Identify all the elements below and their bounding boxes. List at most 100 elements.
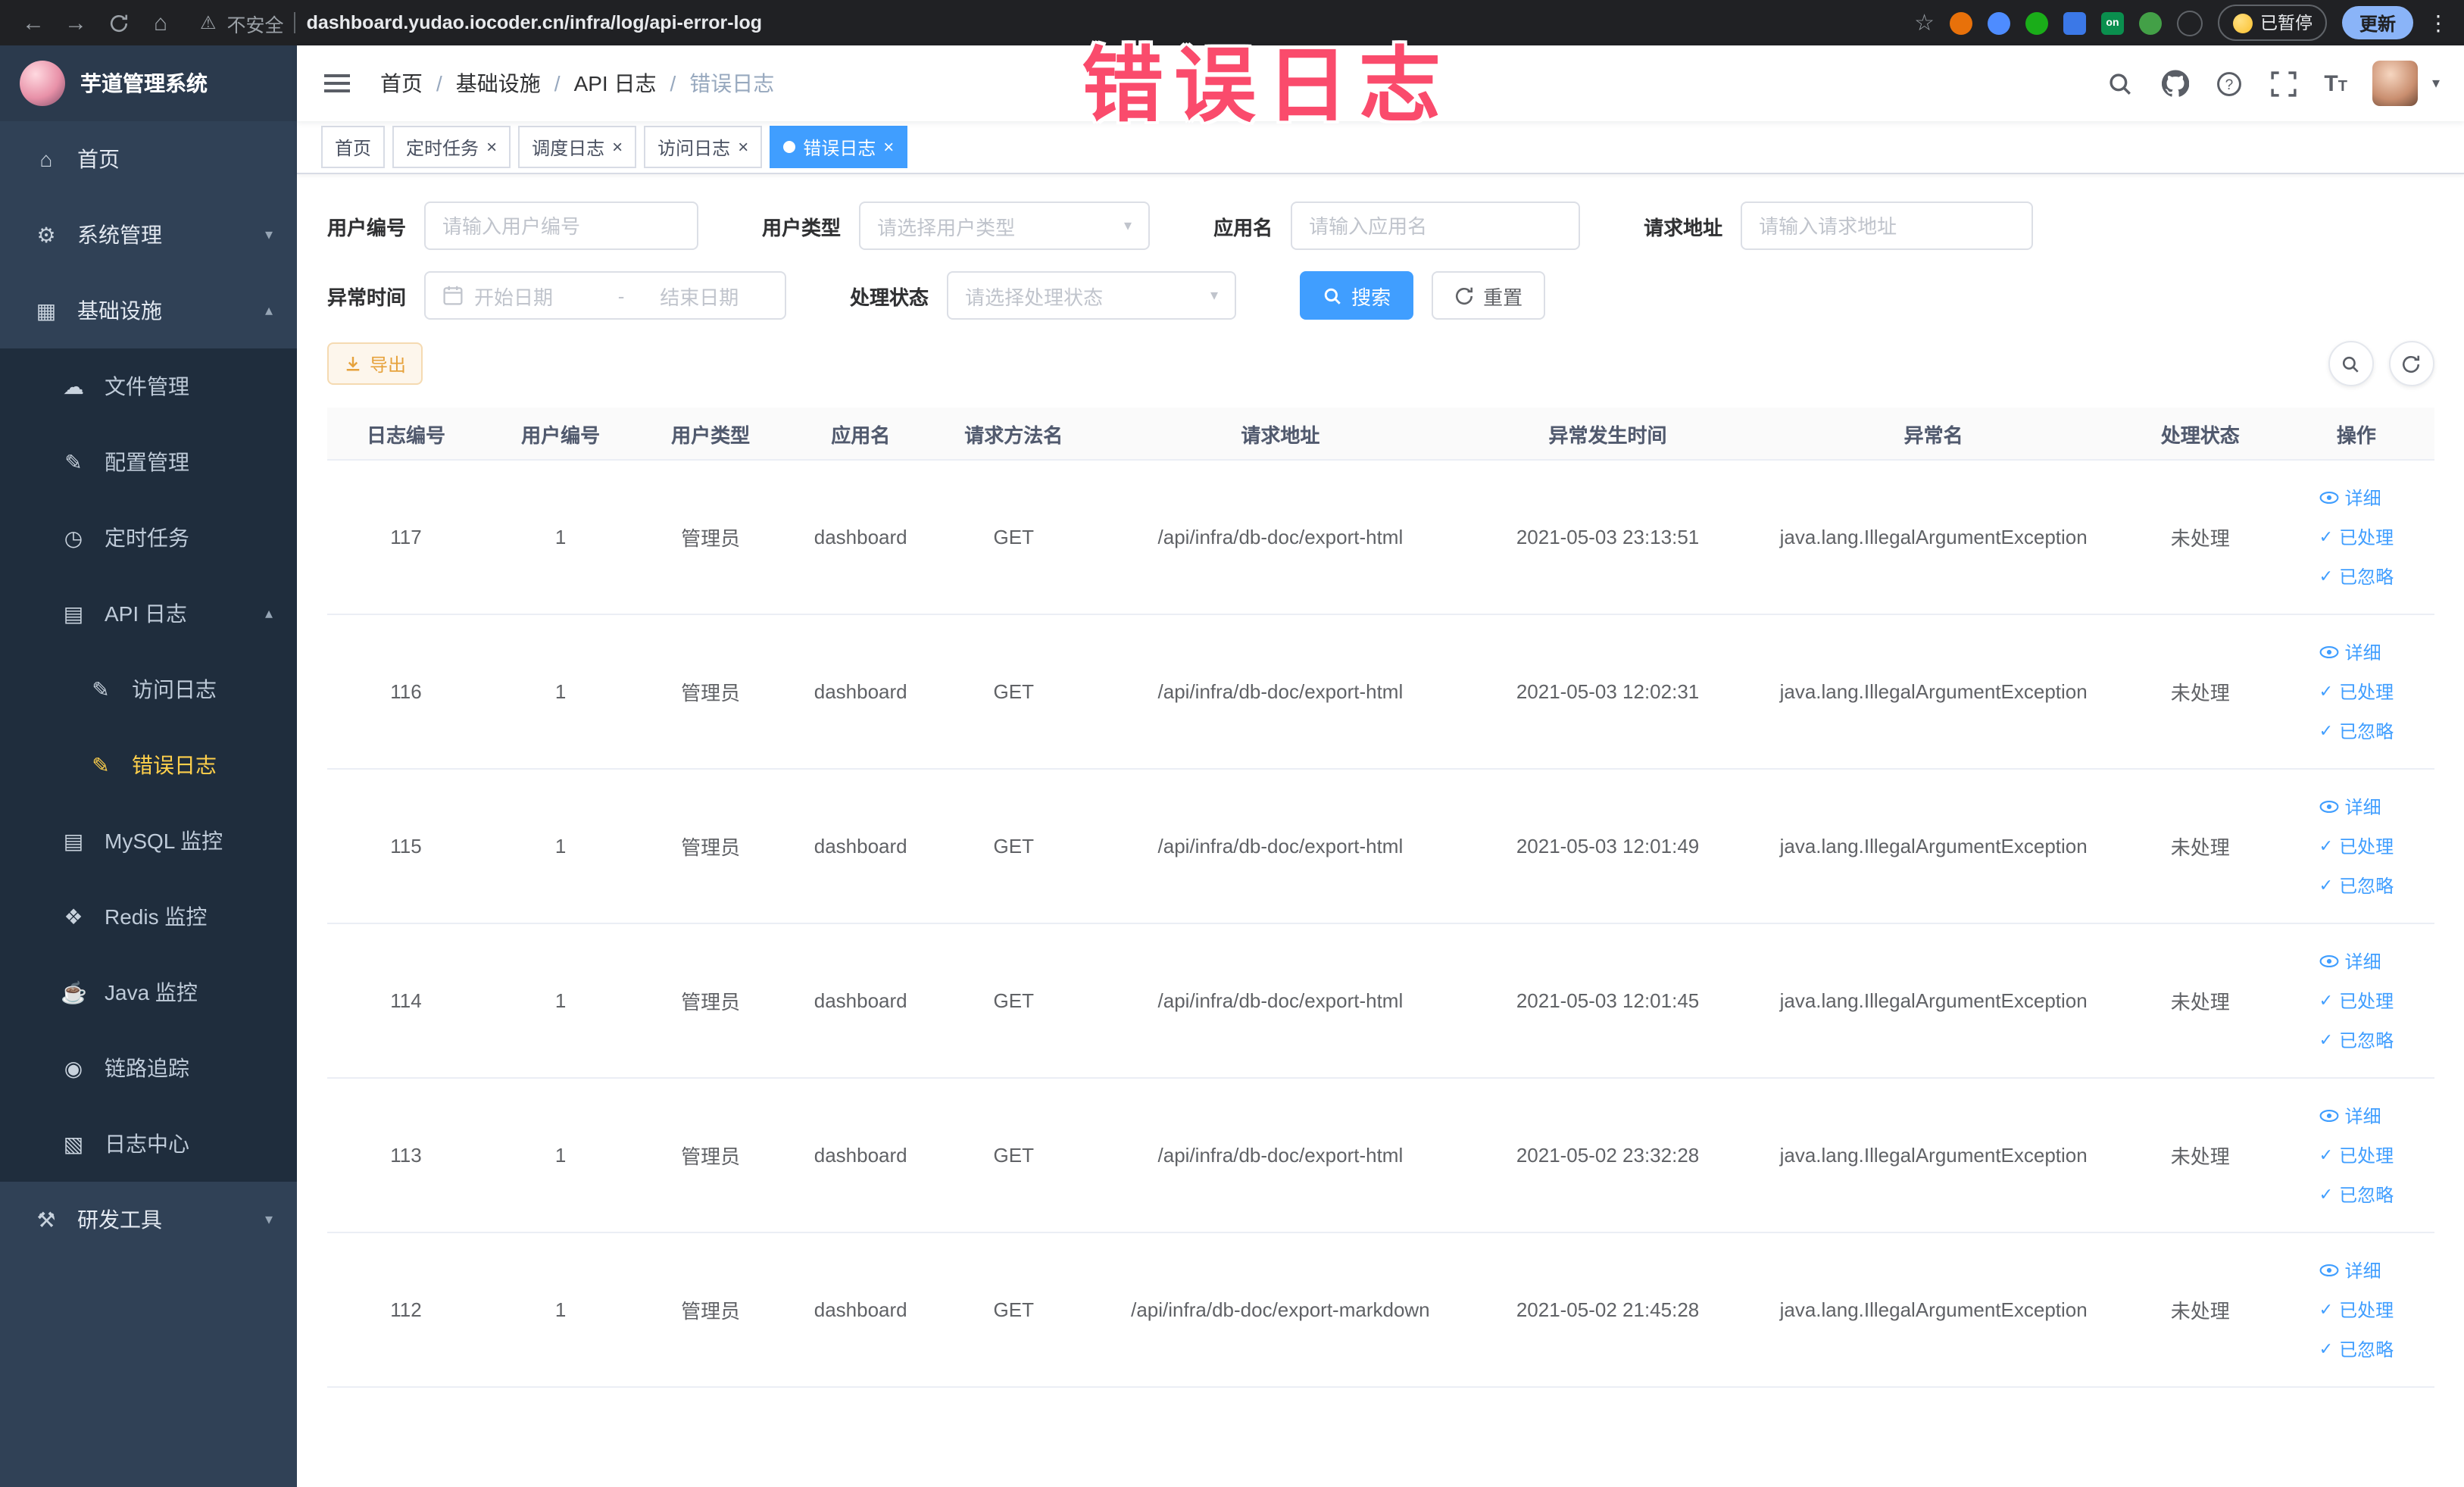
detail-link[interactable]: 详细 (2319, 1257, 2381, 1283)
back-icon[interactable]: ← (15, 5, 52, 41)
user-id-input[interactable] (442, 214, 681, 237)
sidebar-item-infrastructure[interactable]: ▦ 基础设施 ▴ (0, 273, 297, 348)
sidebar-item-access-log[interactable]: ✎ 访问日志 (0, 651, 297, 727)
sidebar-item-file-management[interactable]: ☁ 文件管理 (0, 348, 297, 424)
filter-app-name: 应用名 (1213, 201, 1581, 250)
detail-link[interactable]: 详细 (2319, 485, 2381, 511)
breadcrumb: 首页 / 基础设施 / API 日志 / 错误日志 (380, 68, 774, 98)
search-button[interactable]: 搜索 (1300, 271, 1414, 320)
sidebar-item-system[interactable]: ⚙ 系统管理 ▾ (0, 197, 297, 273)
database-icon: ▤ (63, 828, 84, 852)
home-icon[interactable]: ⌂ (142, 5, 179, 41)
breadcrumb-item[interactable]: 首页 (380, 68, 423, 98)
sidebar-item-java-monitor[interactable]: ☕ Java 监控 (0, 954, 297, 1030)
col-exception-time: 异常发生时间 (1469, 408, 1746, 461)
sidebar-item-config-management[interactable]: ✎ 配置管理 (0, 424, 297, 500)
detail-link[interactable]: 详细 (2319, 794, 2381, 820)
search-icon[interactable] (2106, 69, 2135, 98)
tag-access-log[interactable]: 访问日志 × (644, 126, 763, 168)
profile-emoji-icon (2232, 13, 2253, 33)
mark-processed-link[interactable]: ✓ 已处理 (2319, 1142, 2394, 1168)
table-row: 113 1 管理员 dashboard GET /api/infra/db-do… (327, 1078, 2434, 1233)
bookmark-star-icon[interactable]: ☆ (1914, 9, 1935, 36)
table-header-row: 日志编号 用户编号 用户类型 应用名 请求方法名 请求地址 异常发生时间 异常名… (327, 408, 2434, 461)
toggle-search-icon[interactable] (2328, 341, 2373, 386)
reset-button[interactable]: 重置 (1432, 271, 1546, 320)
sidebar-toggle-icon[interactable] (321, 68, 353, 98)
detail-link[interactable]: 详细 (2319, 1103, 2381, 1129)
extension-icon[interactable] (2176, 10, 2203, 36)
refresh-icon[interactable] (2388, 341, 2434, 386)
sidebar-item-api-log[interactable]: ▤ API 日志 ▴ (0, 576, 297, 651)
chevron-down-icon: ▾ (1210, 287, 1219, 304)
mark-ignored-link[interactable]: ✓ 已忽略 (2319, 564, 2394, 589)
tag-error-log[interactable]: 错误日志 × (770, 126, 908, 168)
date-range-picker[interactable]: 开始日期 - 结束日期 (424, 271, 787, 320)
log-icon: ▧ (63, 1131, 84, 1155)
extension-icon[interactable] (2025, 11, 2048, 34)
tag-schedule-log[interactable]: 调度日志 × (518, 126, 637, 168)
filter-request-url: 请求地址 (1644, 201, 2034, 250)
breadcrumb-item[interactable]: API 日志 (574, 68, 657, 98)
fullscreen-icon[interactable] (2269, 69, 2298, 98)
note-icon: ▤ (63, 601, 84, 625)
user-type-select[interactable]: 请选择用户类型 ▾ (859, 201, 1151, 250)
mark-processed-link[interactable]: ✓ 已处理 (2319, 1297, 2394, 1323)
detail-link[interactable]: 详细 (2319, 639, 2381, 665)
chevron-down-icon[interactable]: ▾ (2432, 75, 2440, 92)
filter-user-id: 用户编号 (327, 201, 699, 250)
sidebar-item-mysql-monitor[interactable]: ▤ MySQL 监控 (0, 803, 297, 879)
mark-processed-link[interactable]: ✓ 已处理 (2319, 524, 2394, 550)
font-size-icon[interactable]: TT (2324, 70, 2347, 96)
eye-icon (2319, 1264, 2339, 1277)
col-user-id: 用户编号 (485, 408, 637, 461)
address-bar[interactable]: ⚠ 不安全 dashboard.yudao.iocoder.cn/infra/l… (185, 5, 1908, 41)
sidebar-item-home[interactable]: ⌂ 首页 (0, 121, 297, 197)
help-icon[interactable]: ? (2215, 69, 2244, 98)
sidebar-item-error-log[interactable]: ✎ 错误日志 (0, 727, 297, 803)
mark-ignored-link[interactable]: ✓ 已忽略 (2319, 1336, 2394, 1362)
eye-icon (2319, 645, 2339, 659)
sidebar-item-scheduled-jobs[interactable]: ◷ 定时任务 (0, 500, 297, 576)
top-navbar: 首页 / 基础设施 / API 日志 / 错误日志 ? TT ▾ (297, 45, 2464, 121)
mark-ignored-link[interactable]: ✓ 已忽略 (2319, 1182, 2394, 1207)
mark-ignored-link[interactable]: ✓ 已忽略 (2319, 718, 2394, 744)
close-icon[interactable]: × (612, 138, 623, 156)
github-icon[interactable] (2160, 69, 2189, 98)
logo[interactable]: 芋道管理系统 (0, 45, 297, 121)
sidebar-item-tracing[interactable]: ◉ 链路追踪 (0, 1030, 297, 1106)
user-avatar[interactable] (2372, 61, 2419, 106)
forward-icon[interactable]: → (58, 5, 94, 41)
reload-icon[interactable] (100, 5, 136, 41)
mark-processed-link[interactable]: ✓ 已处理 (2319, 679, 2394, 704)
sidebar-item-log-center[interactable]: ▧ 日志中心 (0, 1106, 297, 1182)
extension-icon[interactable] (1949, 11, 1972, 34)
app-name-input[interactable] (1309, 214, 1563, 237)
request-url-input[interactable] (1759, 214, 2016, 237)
tag-scheduled-jobs[interactable]: 定时任务 × (392, 126, 511, 168)
mark-processed-link[interactable]: ✓ 已处理 (2319, 988, 2394, 1014)
check-icon: ✓ (2319, 723, 2334, 741)
extension-icon[interactable] (1987, 11, 2010, 34)
breadcrumb-item[interactable]: 基础设施 (456, 68, 541, 98)
close-icon[interactable]: × (883, 138, 894, 156)
close-icon[interactable]: × (738, 138, 748, 156)
check-icon: ✓ (2319, 992, 2334, 1011)
export-button[interactable]: 导出 (327, 342, 423, 385)
tag-home[interactable]: 首页 (321, 126, 386, 168)
browser-menu-icon[interactable]: ⋮ (2428, 10, 2449, 36)
sidebar-item-redis-monitor[interactable]: ❖ Redis 监控 (0, 879, 297, 954)
update-button[interactable]: 更新 (2342, 6, 2412, 39)
mark-processed-link[interactable]: ✓ 已处理 (2319, 833, 2394, 859)
mark-ignored-link[interactable]: ✓ 已忽略 (2319, 873, 2394, 898)
extension-icon[interactable] (2063, 11, 2086, 34)
mark-ignored-link[interactable]: ✓ 已忽略 (2319, 1027, 2394, 1053)
extension-icon[interactable]: on (2100, 11, 2124, 34)
process-status-select[interactable]: 请选择处理状态 ▾ (947, 271, 1237, 320)
close-icon[interactable]: × (486, 138, 497, 156)
detail-link[interactable]: 详细 (2319, 948, 2381, 974)
sidebar-item-dev-tools[interactable]: ⚒ 研发工具 ▾ (0, 1182, 297, 1257)
extension-icon[interactable] (2138, 11, 2162, 34)
error-log-table: 日志编号 用户编号 用户类型 应用名 请求方法名 请求地址 异常发生时间 异常名… (327, 408, 2434, 1388)
paused-badge[interactable]: 已暂停 (2217, 5, 2328, 41)
